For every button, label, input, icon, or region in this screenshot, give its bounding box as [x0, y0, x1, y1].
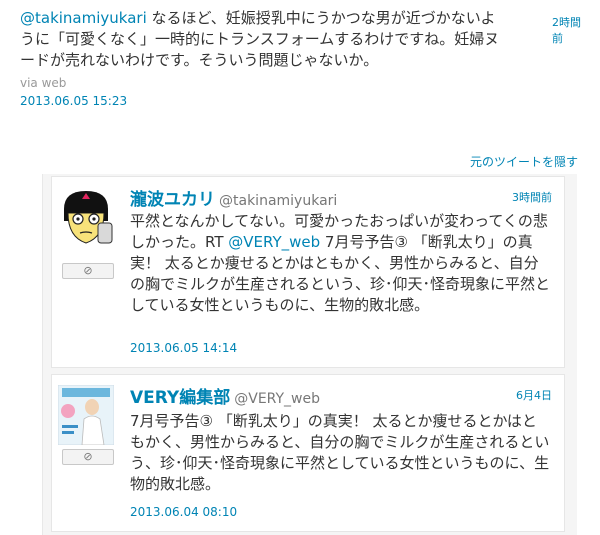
conversation-tweet: ⊘ VERY編集部 @VERY_web 6月4日 7月号予告③ 「断乳太り」の真実…	[51, 374, 565, 532]
cartoon-avatar-icon	[58, 187, 114, 247]
user-name[interactable]: 瀧波ユカリ	[130, 190, 215, 210]
user-name[interactable]: VERY編集部	[130, 388, 230, 408]
reply-button[interactable]: ⊘	[62, 263, 114, 279]
mention-link[interactable]: @VERY_web	[228, 233, 320, 251]
via-source: via web	[20, 76, 67, 90]
main-tweet: @takinamiyukari なるほど、妊娠授乳中にうかつな男が近づかないよう…	[20, 8, 590, 108]
screen-name[interactable]: @VERY_web	[234, 391, 320, 407]
relative-time[interactable]: 3時間前	[512, 189, 552, 205]
tweet-header: 瀧波ユカリ @takinamiyukari	[130, 185, 337, 210]
conversation-tweet: ⊘ 瀧波ユカリ @takinamiyukari 3時間前 平然となんかしてない。可…	[51, 176, 565, 368]
hide-original-tweet-link[interactable]: 元のツイートを隠す	[470, 153, 578, 170]
tweet-datetime[interactable]: 2013.06.05 15:23	[20, 94, 590, 108]
tweet-header: VERY編集部 @VERY_web	[130, 383, 320, 408]
main-tweet-text: @takinamiyukari なるほど、妊娠授乳中にうかつな男が近づかないよう…	[20, 8, 510, 71]
tweet-text: 7月号予告③ 「断乳太り」の真実！ 太るとか痩せるとかはともかく、男性からみると…	[130, 412, 550, 493]
tweet-datetime[interactable]: 2013.06.04 08:10	[130, 505, 237, 519]
relative-time[interactable]: 6月4日	[516, 387, 552, 403]
mention-link[interactable]: @takinamiyukari	[20, 9, 147, 27]
avatar[interactable]	[58, 187, 114, 247]
tweet-text: 平然となんかしてない。可愛かったおっぱいが変わってくの悲しかった。RT @VER…	[130, 211, 550, 316]
reply-button[interactable]: ⊘	[62, 449, 114, 465]
tweet-datetime[interactable]: 2013.06.05 14:14	[130, 341, 237, 355]
conversation-thread: ⊘ 瀧波ユカリ @takinamiyukari 3時間前 平然となんかしてない。可…	[42, 174, 577, 535]
screen-name[interactable]: @takinamiyukari	[219, 193, 337, 209]
relative-time[interactable]: 2時間前	[552, 14, 590, 46]
magazine-cover-icon	[57, 384, 115, 446]
avatar[interactable]	[57, 384, 115, 446]
